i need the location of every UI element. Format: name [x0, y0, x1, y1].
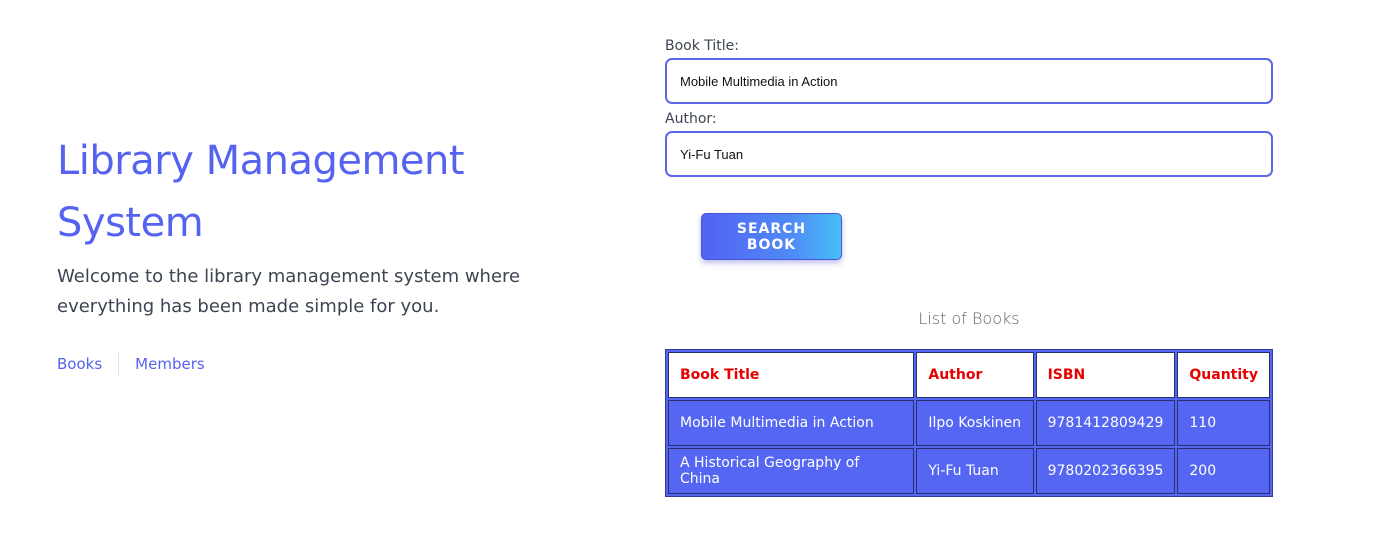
cell-quantity: 200	[1177, 448, 1270, 494]
book-title-label: Book Title:	[665, 38, 740, 54]
books-table: Book Title Author ISBN Quantity Mobile M…	[665, 349, 1273, 497]
books-link[interactable]: Books	[57, 355, 102, 373]
author-label: Author:	[665, 111, 717, 127]
page: Library Management System Welcome to the…	[0, 0, 1391, 557]
cell-book-title: Mobile Multimedia in Action	[668, 400, 915, 446]
table-row: A Historical Geography of China Yi-Fu Tu…	[668, 448, 1270, 494]
search-form: Book Title: Author:	[665, 38, 1273, 184]
search-book-button[interactable]: SEARCH BOOK	[701, 213, 842, 260]
column-header-isbn: ISBN	[1035, 352, 1176, 398]
cell-isbn: 9781412809429	[1035, 400, 1176, 446]
cell-isbn: 9780202366395	[1035, 448, 1176, 494]
table-row: Mobile Multimedia in Action Ilpo Koskine…	[668, 400, 1270, 446]
cell-quantity: 110	[1177, 400, 1270, 446]
table-header-row: Book Title Author ISBN Quantity	[668, 352, 1270, 398]
hero-section: Library Management System Welcome to the…	[57, 130, 617, 376]
column-header-author: Author	[916, 352, 1034, 398]
welcome-text: Welcome to the library management system…	[57, 266, 521, 317]
author-input[interactable]	[665, 131, 1273, 177]
book-title-input[interactable]	[665, 58, 1273, 104]
nav-divider	[118, 352, 120, 376]
page-title: Library Management System	[57, 138, 465, 246]
column-header-quantity: Quantity	[1177, 352, 1270, 398]
books-list-caption: List of Books	[918, 309, 1020, 328]
cell-author: Yi-Fu Tuan	[916, 448, 1034, 494]
column-header-book-title: Book Title	[668, 352, 915, 398]
cell-book-title: A Historical Geography of China	[668, 448, 915, 494]
members-link[interactable]: Members	[135, 355, 205, 373]
hero-nav: Books Members	[57, 352, 617, 376]
cell-author: Ilpo Koskinen	[916, 400, 1034, 446]
